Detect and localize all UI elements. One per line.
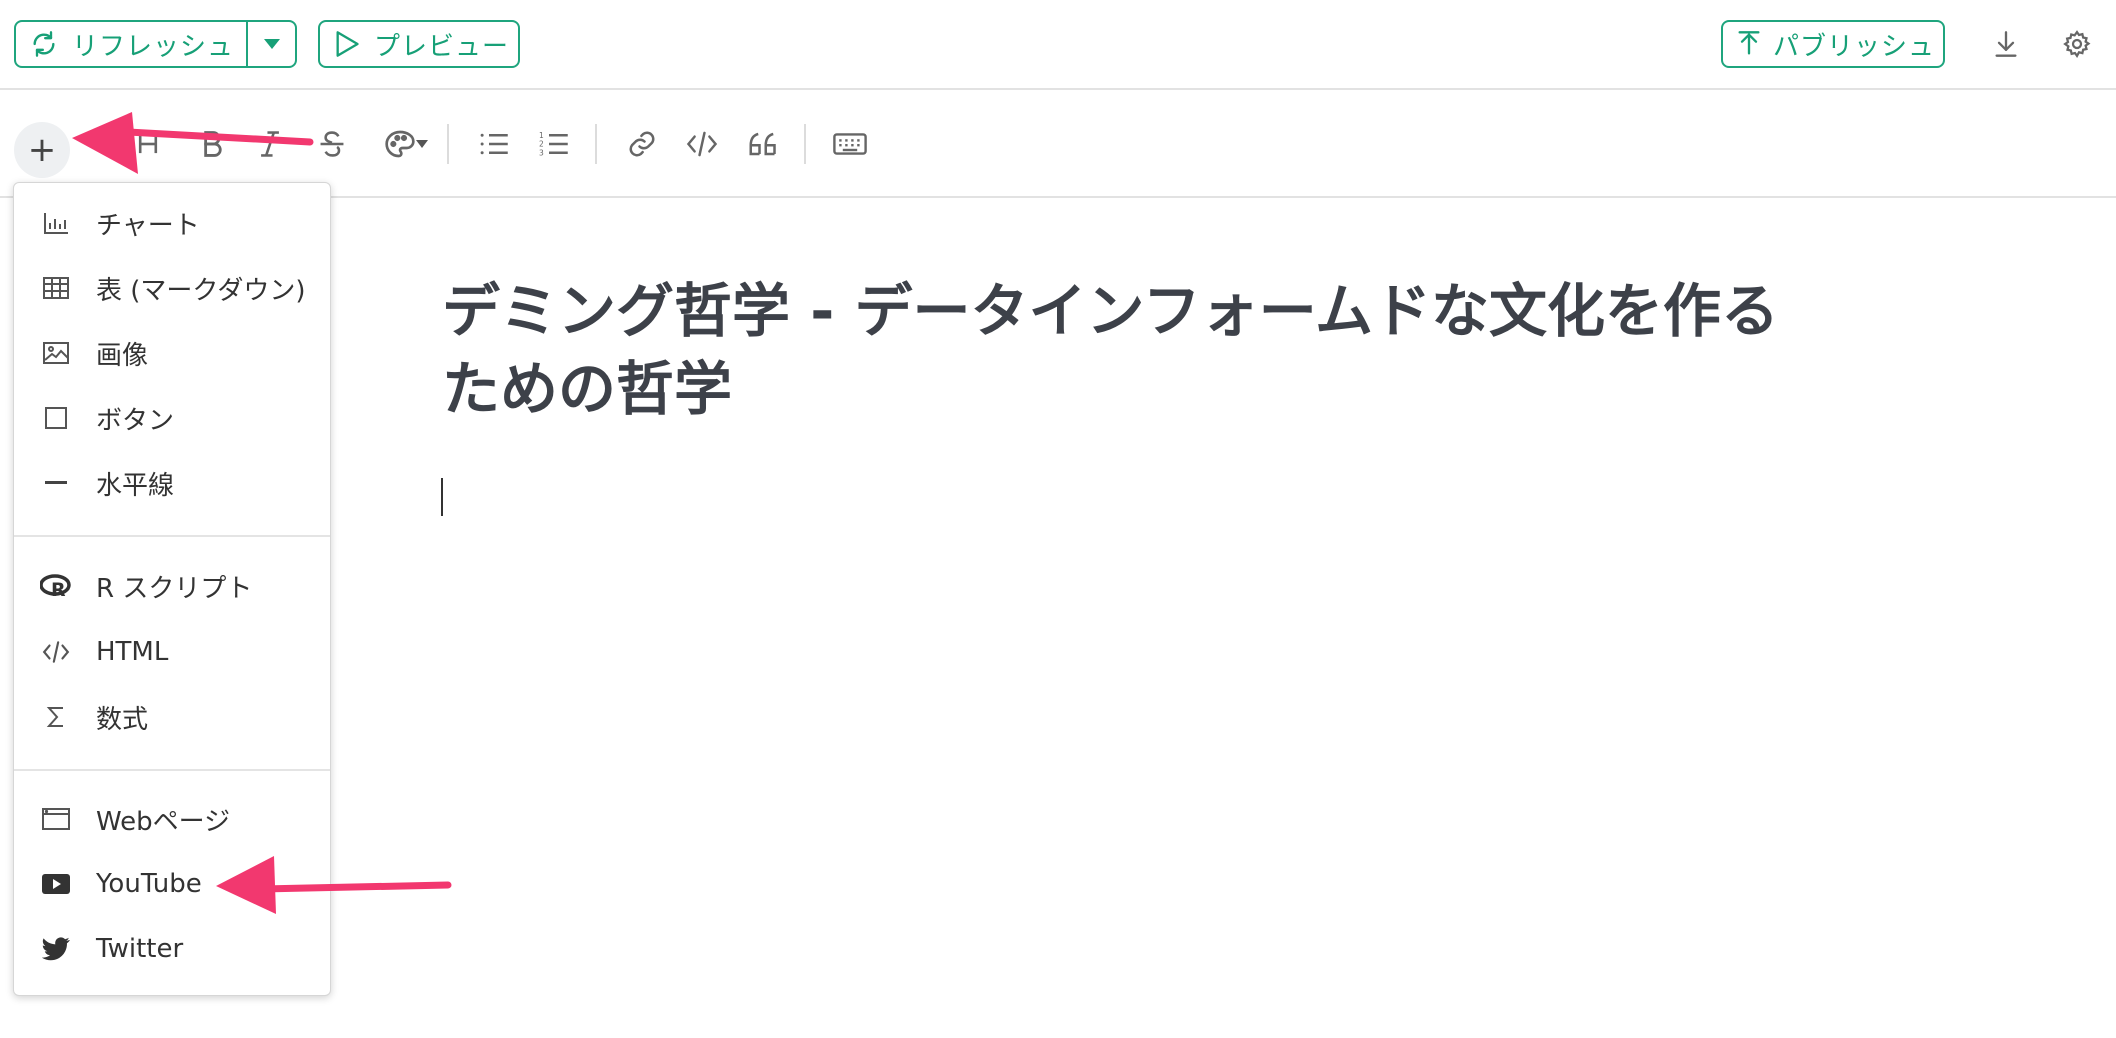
annotation-arrow-insert bbox=[72, 112, 314, 174]
annotation-arrow-youtube bbox=[216, 856, 452, 914]
annotation-arrows bbox=[72, 112, 452, 914]
